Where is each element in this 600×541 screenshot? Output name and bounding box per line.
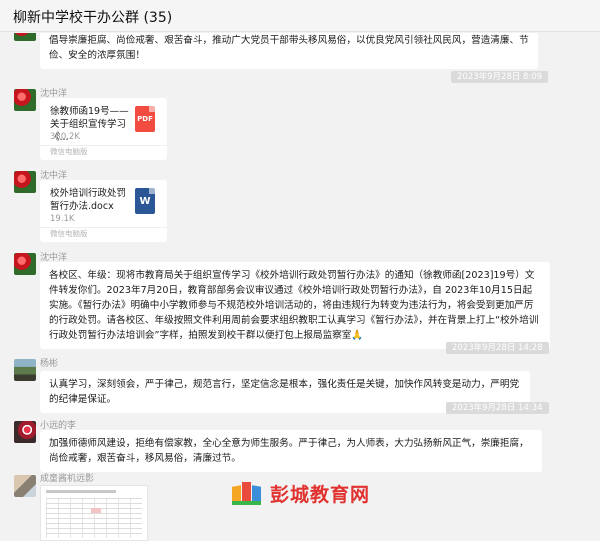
file-card[interactable]: 校外培训行政处罚暂行办法.docx 19.1K 微信电脑版 W: [40, 180, 167, 242]
message-text: 加强师德师风建设，拒绝有偿家教，全心全意为师生服务。严于律己，为人师表，大力弘扬…: [49, 438, 529, 464]
thumbnail-header: [46, 490, 116, 493]
message-bubble[interactable]: 加强师德师风建设，拒绝有偿家教，全心全意为师生服务。严于律己，为人师表，大力弘扬…: [40, 430, 542, 472]
word-file-icon: W: [135, 188, 155, 214]
message-text: 倡导崇廉拒腐、尚俭戒奢、艰苦奋斗，推动广大党员干部带头移风易俗，以优良党风引领社…: [49, 35, 529, 61]
file-size: 19.1K: [50, 214, 75, 224]
avatar[interactable]: [14, 89, 36, 111]
timestamp: 2023年9月28日 14:34: [446, 402, 549, 414]
avatar[interactable]: [14, 475, 36, 497]
avatar[interactable]: [14, 253, 36, 275]
message-bubble[interactable]: 倡导崇廉拒腐、尚俭戒奢、艰苦奋斗，推动广大党员干部带头移风易俗，以优良党风引领社…: [40, 33, 538, 69]
avatar[interactable]: [14, 421, 36, 443]
file-card[interactable]: 徐教师函19号——关于组织宣传学习《... 330.2K 微信电脑版 PDF: [40, 98, 167, 160]
sender-name: 杨彬: [40, 359, 59, 369]
avatar[interactable]: [14, 359, 36, 381]
timestamp: 2023年9月28日 8:09: [451, 71, 549, 83]
pray-emoji-icon: 🙏: [351, 330, 364, 341]
watermark-text: 彭城教育网: [270, 484, 371, 506]
message-bubble[interactable]: 各校区、年级：现将市教育局关于组织宣传学习《校外培训行政处罚暂行办法》的通知（徐…: [40, 262, 550, 349]
file-size: 330.2K: [50, 132, 80, 142]
message-text: 各校区、年级：现将市教育局关于组织宣传学习《校外培训行政处罚暂行办法》的通知（徐…: [49, 270, 539, 341]
timestamp: 2023年9月28日 14:28: [446, 342, 549, 354]
file-name: 校外培训行政处罚暂行办法.docx: [50, 188, 127, 212]
pdf-file-icon: PDF: [135, 106, 155, 132]
sender-name: 成童酱机远影: [40, 474, 95, 484]
avatar[interactable]: [14, 33, 36, 41]
thumbnail-table: [46, 498, 142, 538]
thumbnail-highlight: [91, 508, 101, 513]
avatar[interactable]: [14, 171, 36, 193]
books-logo-icon: [230, 478, 264, 506]
image-thumbnail[interactable]: [40, 485, 148, 541]
file-source: 微信电脑版: [50, 229, 88, 238]
chat-title-bar: 柳新中学校干办公群 (35): [0, 0, 600, 32]
message-list[interactable]: 倡导崇廉拒腐、尚俭戒奢、艰苦奋斗，推动广大党员干部带头移风易俗，以优良党风引领社…: [0, 33, 600, 541]
file-source: 微信电脑版: [50, 147, 88, 156]
watermark: 彭城教育网: [230, 472, 370, 512]
chat-title: 柳新中学校干办公群 (35): [13, 10, 173, 26]
